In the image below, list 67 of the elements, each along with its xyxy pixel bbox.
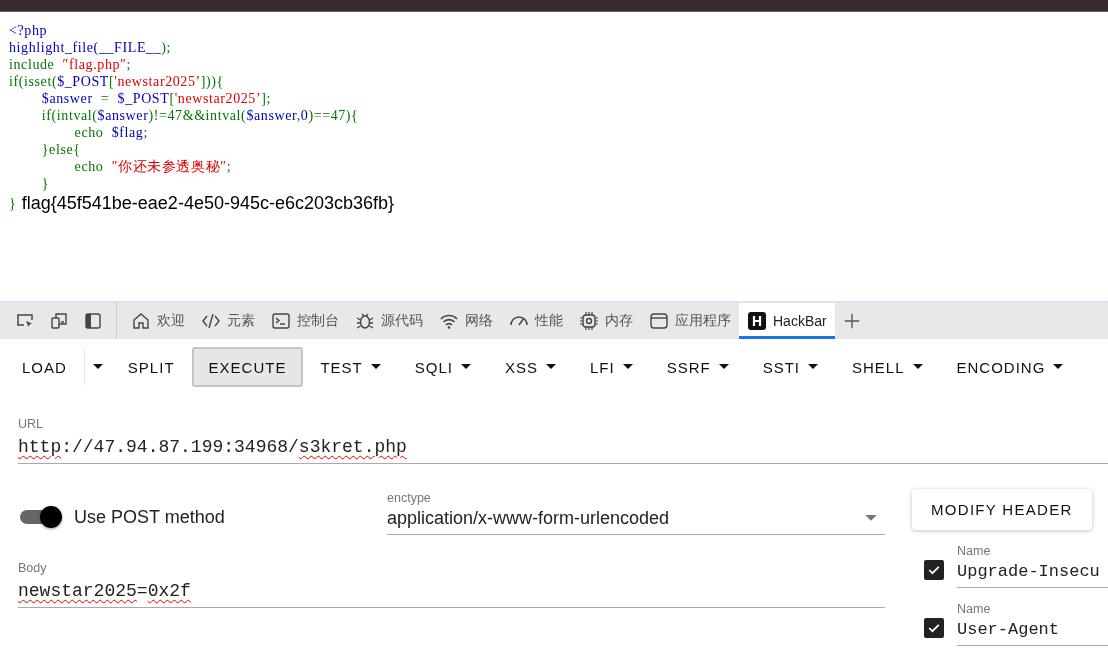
code-line: include ″flag.php″; [9,56,132,73]
add-tab-icon[interactable] [842,312,861,330]
toolbar-button[interactable]: LFI [572,347,650,387]
toggle-label: Use POST method [74,506,225,528]
code-line: highlight_file(__FILE__); [9,39,171,56]
flag-output: flag{45f541be-eae2-4e50-945c-e6c203cb36fb} [21,193,395,214]
toolbar-button[interactable]: EXECUTE [191,347,304,387]
code-line: $answer = $_POST['newstar2025’]; [40,90,271,107]
toolbar-button[interactable]: LOAD [5,347,84,387]
toggle-switch[interactable] [18,505,62,529]
toolbar-button[interactable]: SHELL [835,347,940,387]
devtools-tab[interactable]: 元素 [193,303,263,339]
code-line: echo $flag; [73,124,148,141]
devtools-tab[interactable]: 源代码 [347,303,431,339]
chip-icon [579,311,599,331]
checkbox[interactable] [924,618,944,638]
toolbar-button[interactable]: SSRF [649,347,746,387]
header-name-label: Name [957,602,992,616]
toolbar-button[interactable]: SPLIT [110,347,192,387]
caret-icon [545,364,556,370]
code-line: } [40,175,50,192]
devtools-tab[interactable]: 应用程序 [641,303,739,339]
code-line: if(intval($answer)!=47&&intval($answer,0)==47){ [40,107,359,124]
toolbar-button[interactable]: ENCODING [939,347,1081,387]
devtools-tab[interactable]: HackBar [739,303,835,339]
toolbar-button[interactable]: TEST [303,347,398,387]
toolbar-button[interactable]: XSS [487,347,573,387]
devtools-tab[interactable]: 欢迎 [123,303,193,339]
enctype-label: enctype [387,491,432,505]
toolbar-button[interactable]: SSTI [745,347,835,387]
code-line: }else{ [40,141,81,158]
caret-icon [370,364,381,370]
body-field[interactable]: newstar2025=0x2f [18,575,885,608]
hackbar-logo-icon [747,311,767,331]
header-name-field[interactable]: User-Agent [957,616,1108,646]
url-label: URL [18,417,44,431]
enctype-select[interactable]: application/x-www-form-urlencoded [387,505,885,535]
caret-icon [1053,364,1064,370]
checkbox[interactable] [924,560,944,580]
sidebar-icon[interactable] [83,311,103,331]
console-icon [271,311,291,331]
bug-icon [355,311,375,331]
header-name-label: Name [957,544,992,558]
home-icon [131,311,151,331]
code-icon [201,311,221,331]
window-icon [649,311,669,331]
caret-icon [622,364,633,370]
caret-icon [865,515,877,522]
caret-icon [912,364,923,370]
caret-icon [92,364,103,370]
body-label: Body [18,561,48,575]
caret-icon [718,364,729,370]
code-line: <?php [9,22,48,39]
caret-icon [808,364,818,370]
device-icon[interactable] [49,311,69,331]
modify-header-button[interactable]: MODIFY HEADER [912,489,1092,530]
devtools-tab[interactable]: 内存 [571,303,641,339]
closing-brace: } [9,195,16,212]
devtools-tab[interactable]: 网络 [431,303,501,339]
caret-icon [460,364,471,370]
devtools-tab[interactable]: 性能 [501,303,571,339]
toolbar-button[interactable]: SQLI [397,347,488,387]
url-field[interactable]: http://47.94.87.199:34968/s3kret.php [18,431,1108,464]
code-line: echo ″你还未参透奥秘″; [73,158,232,175]
header-name-field[interactable]: Upgrade-Insecu [957,558,1108,588]
devtools-tab[interactable]: 控制台 [263,303,347,339]
code-line: if(isset($_POST['newstar2025’])){ [9,73,224,90]
